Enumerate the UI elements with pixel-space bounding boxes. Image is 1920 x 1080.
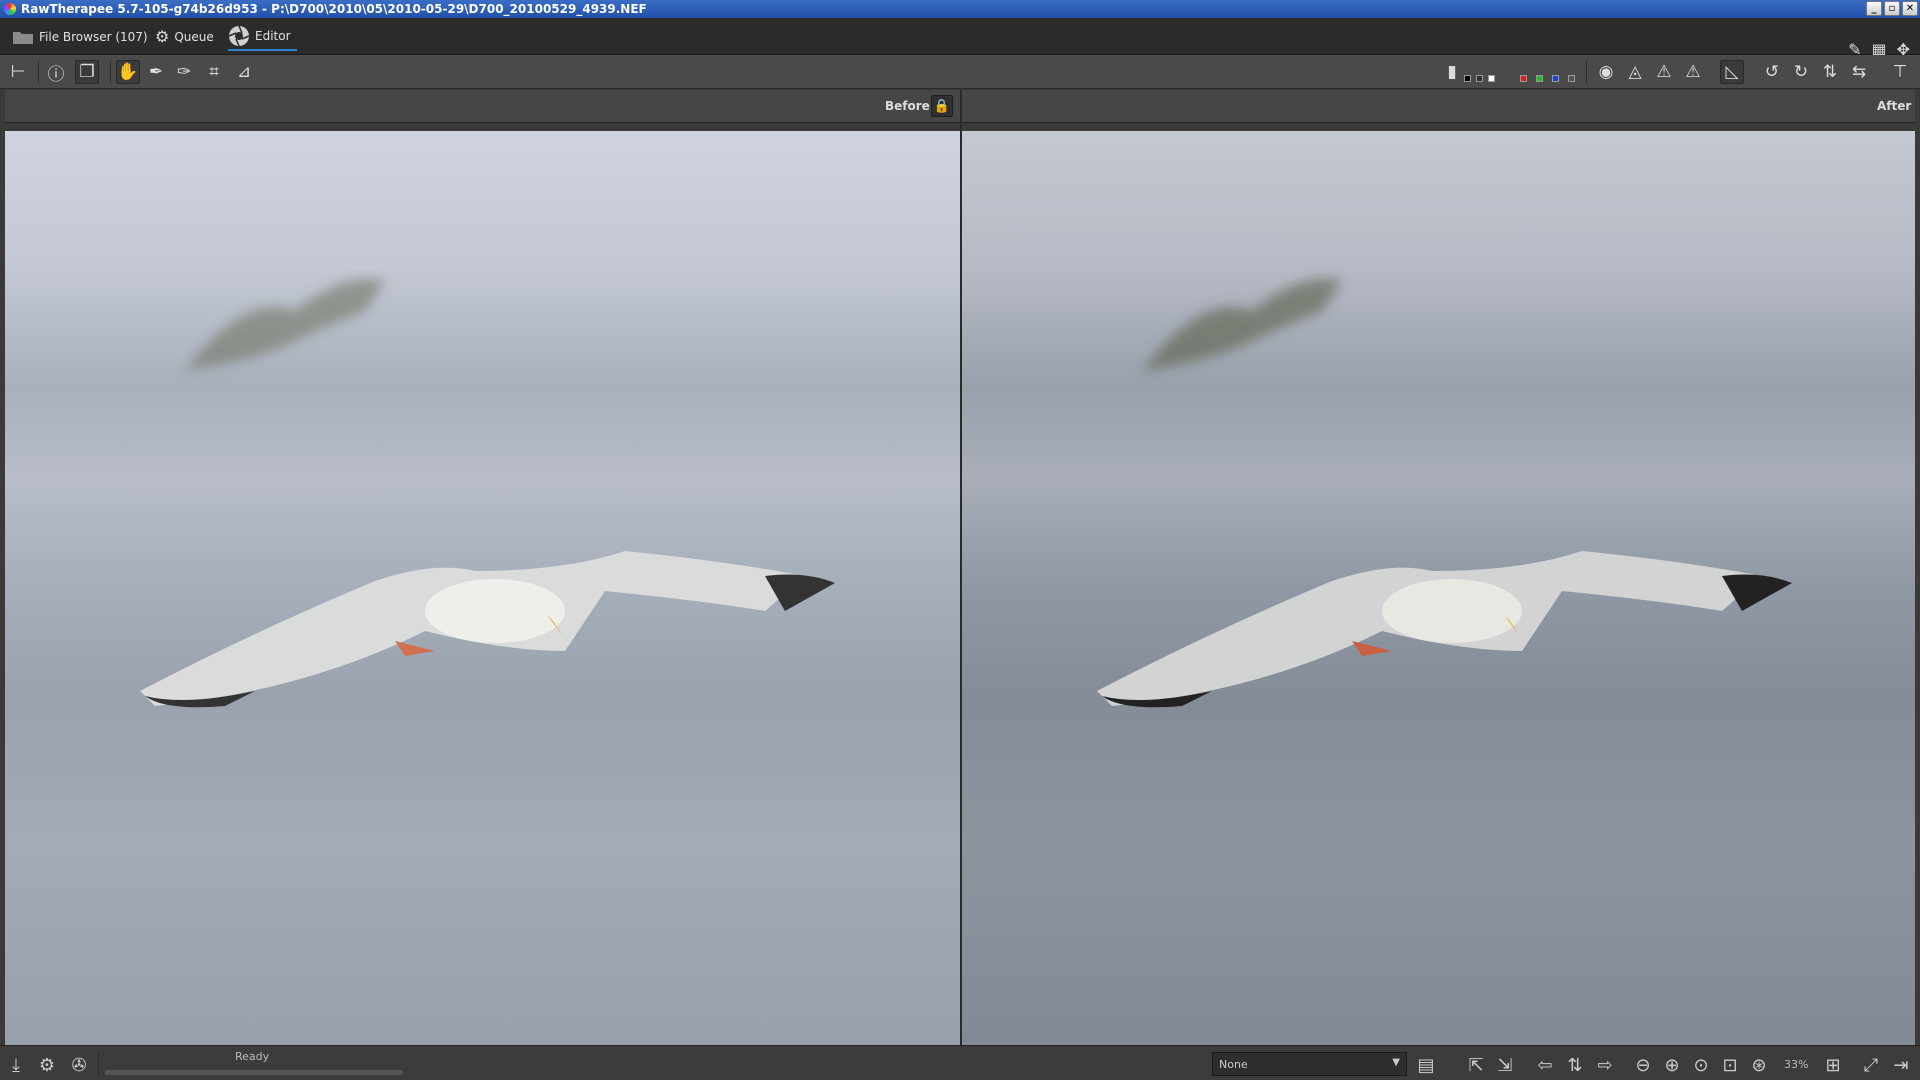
blue-channel-swatch[interactable] bbox=[1552, 75, 1559, 82]
luminance-channel-swatch[interactable] bbox=[1568, 75, 1575, 82]
put-to-queue-icon[interactable]: ⚙ bbox=[36, 1054, 58, 1076]
rawtherapee-logo-icon bbox=[4, 3, 16, 15]
straighten-icon[interactable]: ⊿ bbox=[232, 60, 256, 84]
zoom-fit-icon[interactable]: ⊙ bbox=[1690, 1054, 1712, 1076]
title-bar: RawTherapee 5.7-105-g74b26d953 - P:\D700… bbox=[0, 0, 1920, 18]
soft-proof-icon[interactable]: ◺ bbox=[1720, 60, 1744, 84]
info-icon[interactable]: ⓘ bbox=[44, 60, 68, 85]
bg-dark-swatch[interactable] bbox=[1476, 75, 1483, 82]
status-text: Ready bbox=[235, 1050, 270, 1063]
highlight-clipping-warning-icon[interactable]: ⚠ bbox=[1652, 60, 1676, 84]
copy-profile-icon[interactable]: ⇱ bbox=[1465, 1054, 1487, 1076]
tab-editor-label: Editor bbox=[255, 28, 291, 43]
before-after-icon[interactable]: ❐ bbox=[75, 60, 99, 84]
zoom-fit-crop-icon[interactable]: ⊡ bbox=[1719, 1054, 1741, 1076]
fullscreen-icon[interactable]: ⤢ bbox=[1860, 1054, 1882, 1076]
status-bar: ⤓ ⚙ ✇ Ready None ▼ ▤ ⇱ ⇲ ⇦ ⇅ ⇨ ⊖ ⊕ ⊙ ⊡ ⊛… bbox=[0, 1045, 1920, 1080]
new-detail-window-icon[interactable]: ⊞ bbox=[1822, 1054, 1844, 1076]
seagull-photo bbox=[140, 279, 835, 708]
previous-image-icon[interactable]: ⇦ bbox=[1534, 1054, 1556, 1076]
progress-bar bbox=[105, 1070, 403, 1075]
tab-editor[interactable]: Editor bbox=[228, 22, 297, 51]
aperture-icon bbox=[228, 25, 250, 46]
editor-toolbar: ⊢ ⓘ ❐ ✋ ✒ ✑ ⌗ ⊿ ▮ ◉ ◬ ⚠ ⚠ ◺ ↺ ↻ ⇅ ⇆ ⊤ bbox=[0, 55, 1920, 89]
zoom-100-icon[interactable]: ⊛ bbox=[1748, 1054, 1770, 1076]
green-channel-swatch[interactable] bbox=[1536, 75, 1543, 82]
folder-icon bbox=[13, 31, 33, 44]
toolbar-separator bbox=[38, 61, 39, 83]
rotate-right-icon[interactable]: ↻ bbox=[1789, 60, 1813, 84]
before-image-preview[interactable] bbox=[5, 131, 960, 1045]
gears-icon: ⚙ bbox=[155, 26, 170, 46]
hide-history-panel-icon[interactable]: ⊢ bbox=[6, 60, 30, 84]
white-balance-picker-icon[interactable]: ✒ bbox=[144, 60, 168, 84]
crop-icon[interactable]: ⌗ bbox=[202, 60, 226, 84]
navigator-icon[interactable]: ▤ bbox=[1415, 1054, 1437, 1076]
window-title: RawTherapee 5.7-105-g74b26d953 - P:\D700… bbox=[21, 2, 647, 16]
maximize-button[interactable]: ▫ bbox=[1884, 1, 1900, 16]
profile-select-value: None bbox=[1219, 1058, 1248, 1071]
close-button[interactable]: ✕ bbox=[1902, 1, 1918, 16]
focus-mask-icon[interactable]: ◉ bbox=[1594, 60, 1618, 84]
main-tab-bar: File Browser (107) ⚙ Queue Editor ✎ ▦ ✥ bbox=[0, 18, 1920, 58]
hide-filmstrip-icon[interactable]: ⇥ bbox=[1890, 1054, 1912, 1076]
toolbar-separator bbox=[1586, 61, 1587, 83]
red-channel-swatch[interactable] bbox=[1520, 75, 1527, 82]
toolbar-separator bbox=[110, 61, 111, 83]
bg-white-swatch[interactable] bbox=[1488, 75, 1495, 82]
flip-horizontal-icon[interactable]: ⇆ bbox=[1847, 60, 1871, 84]
flip-vertical-icon[interactable]: ⇅ bbox=[1818, 60, 1842, 84]
zoom-out-icon[interactable]: ⊖ bbox=[1632, 1054, 1654, 1076]
tab-queue-label: Queue bbox=[174, 29, 214, 44]
bg-black-swatch[interactable] bbox=[1464, 75, 1471, 82]
statusbar-separator bbox=[98, 1053, 99, 1075]
minimize-button[interactable]: _ bbox=[1866, 1, 1882, 16]
profile-select[interactable]: None ▼ bbox=[1212, 1052, 1407, 1076]
tab-file-browser[interactable]: File Browser (107) bbox=[12, 22, 148, 51]
tab-queue[interactable]: ⚙ Queue bbox=[155, 22, 214, 51]
after-pane-header: After bbox=[962, 90, 1915, 123]
sync-filmstrip-icon[interactable]: ⇅ bbox=[1564, 1054, 1586, 1076]
paste-profile-icon[interactable]: ⇲ bbox=[1494, 1054, 1516, 1076]
before-label: Before bbox=[885, 99, 930, 113]
hand-tool-icon[interactable]: ✋ bbox=[116, 60, 140, 84]
rotate-left-icon[interactable]: ↺ bbox=[1760, 60, 1784, 84]
tab-file-browser-label: File Browser (107) bbox=[39, 29, 148, 44]
after-image-preview[interactable] bbox=[962, 131, 1915, 1045]
color-picker-icon[interactable]: ✑ bbox=[172, 60, 196, 84]
zoom-level: 33% bbox=[1784, 1058, 1809, 1071]
seagull-photo bbox=[1097, 279, 1792, 708]
save-image-icon[interactable]: ⤓ bbox=[5, 1054, 27, 1076]
before-pane-header: Before 🔒 bbox=[5, 90, 960, 123]
hide-tool-panel-icon[interactable]: ⊤ bbox=[1888, 60, 1912, 84]
next-image-icon[interactable]: ⇨ bbox=[1594, 1054, 1616, 1076]
shadow-clipping-warning-icon[interactable]: ⚠ bbox=[1681, 60, 1705, 84]
shadow-clipping-icon[interactable]: ◬ bbox=[1623, 60, 1647, 84]
preview-background-icon[interactable]: ▮ bbox=[1445, 60, 1459, 84]
chevron-down-icon: ▼ bbox=[1392, 1057, 1400, 1068]
lock-icon[interactable]: 🔒 bbox=[931, 95, 953, 117]
zoom-in-icon[interactable]: ⊕ bbox=[1661, 1054, 1683, 1076]
after-label: After bbox=[1877, 99, 1912, 113]
external-editor-icon[interactable]: ✇ bbox=[68, 1054, 90, 1076]
